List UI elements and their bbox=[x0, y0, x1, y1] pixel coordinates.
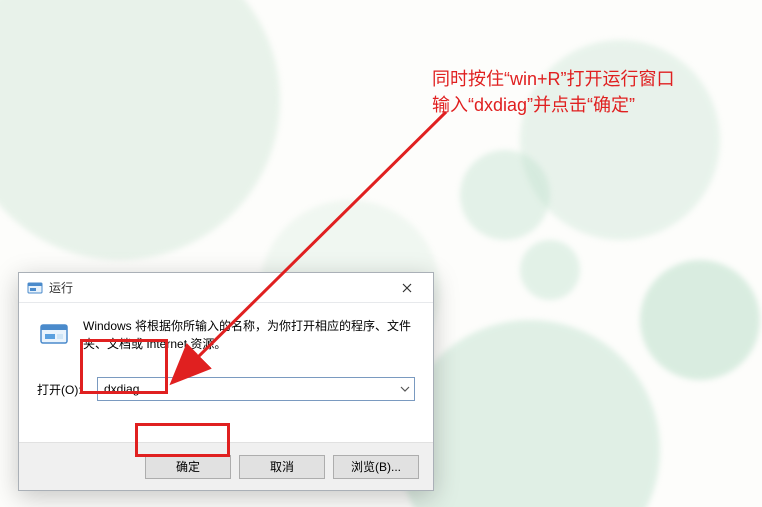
ok-button[interactable]: 确定 bbox=[145, 455, 231, 479]
cancel-button[interactable]: 取消 bbox=[239, 455, 325, 479]
dialog-title: 运行 bbox=[49, 279, 387, 296]
run-title-icon bbox=[27, 280, 43, 296]
open-label: 打开(O): bbox=[37, 381, 97, 398]
open-input[interactable] bbox=[98, 382, 396, 396]
run-dialog: 运行 Windows 将根据你所输入的名称，为你打开相应的程序、文件夹、文档或 … bbox=[18, 272, 434, 491]
annotation-line-1: 同时按住“win+R”打开运行窗口 bbox=[432, 66, 675, 92]
browse-button[interactable]: 浏览(B)... bbox=[333, 455, 419, 479]
dialog-button-row: 确定 取消 浏览(B)... bbox=[19, 442, 433, 490]
dialog-description: Windows 将根据你所输入的名称，为你打开相应的程序、文件夹、文档或 Int… bbox=[83, 317, 415, 353]
run-body-icon bbox=[37, 317, 73, 353]
open-combobox[interactable] bbox=[97, 377, 415, 401]
chevron-down-icon[interactable] bbox=[396, 378, 414, 400]
instruction-annotation: 同时按住“win+R”打开运行窗口 输入“dxdiag”并点击“确定” bbox=[432, 66, 675, 118]
title-bar[interactable]: 运行 bbox=[19, 273, 433, 303]
annotation-line-2: 输入“dxdiag”并点击“确定” bbox=[432, 92, 675, 118]
close-button[interactable] bbox=[387, 274, 427, 302]
dialog-body: Windows 将根据你所输入的名称，为你打开相应的程序、文件夹、文档或 Int… bbox=[19, 303, 433, 401]
